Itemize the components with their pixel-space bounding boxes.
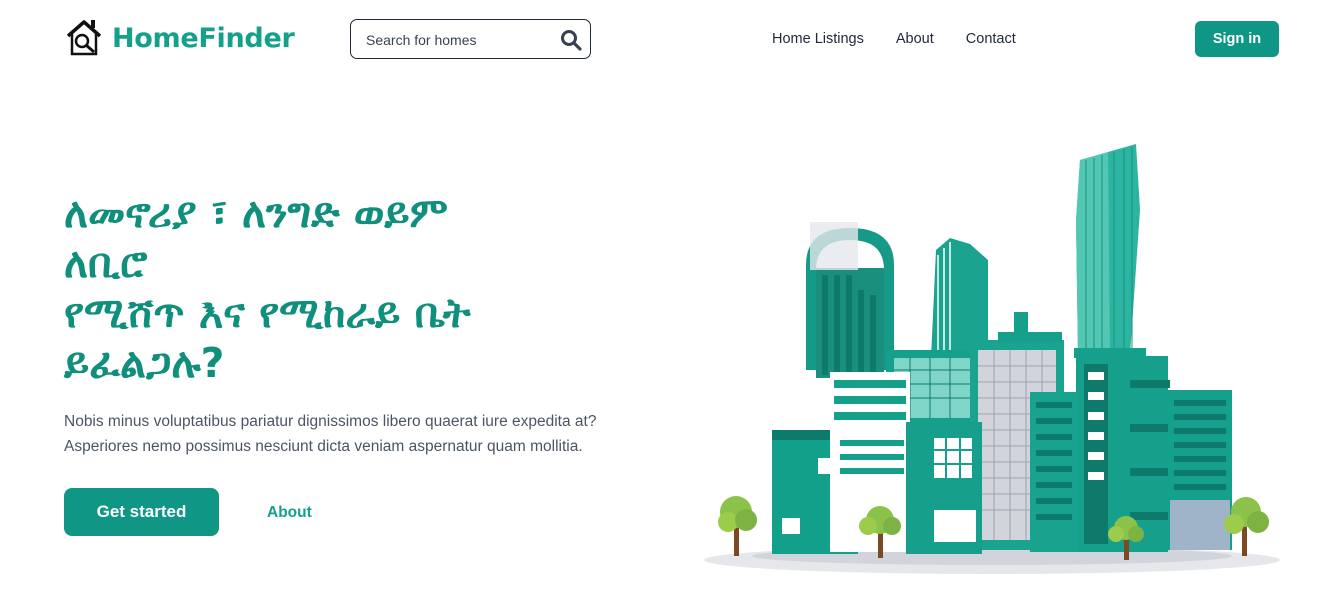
hero-description-line: Nobis minus voluptatibus pariatur dignis… [64, 413, 597, 430]
tree-left [718, 496, 757, 556]
nav-about[interactable]: About [896, 31, 934, 47]
nav-home-listings[interactable]: Home Listings [772, 31, 864, 47]
hero-description-line: Asperiores nemo possimus nesciunt dicta … [64, 438, 583, 455]
search-icon[interactable] [559, 28, 583, 52]
hero-title-line: ለመኖሪያ ፣ ለንግድ ወይም [64, 189, 448, 237]
search-input[interactable] [366, 29, 556, 51]
brand-logo[interactable]: HomeFinder [64, 16, 295, 60]
sign-in-button[interactable]: Sign in [1195, 21, 1279, 57]
hero-title-line: ይፈልጋሉ? [64, 339, 225, 387]
house-magnifier-icon [66, 20, 102, 56]
nav-contact[interactable]: Contact [966, 31, 1016, 47]
about-link[interactable]: About [267, 504, 312, 522]
hero-description: Nobis minus voluptatibus pariatur dignis… [64, 409, 644, 459]
hero-title: ለመኖሪያ ፣ ለንግድ ወይም ለቢሮ የሚሸጥ እና የሚከራይ ቤት ይፈ… [64, 188, 624, 388]
top-navbar: HomeFinder Home Listings About Contact S… [0, 0, 1344, 80]
search-bar [350, 19, 591, 59]
main-nav: Home Listings About Contact [772, 31, 1048, 47]
city-buildings-illustration [704, 144, 1280, 574]
brand-name: HomeFinder [112, 22, 295, 54]
hero-title-line: የሚሸጥ እና የሚከራይ ቤት [64, 289, 471, 337]
hero-title-line: ለቢሮ [64, 239, 148, 287]
get-started-button[interactable]: Get started [64, 488, 219, 536]
